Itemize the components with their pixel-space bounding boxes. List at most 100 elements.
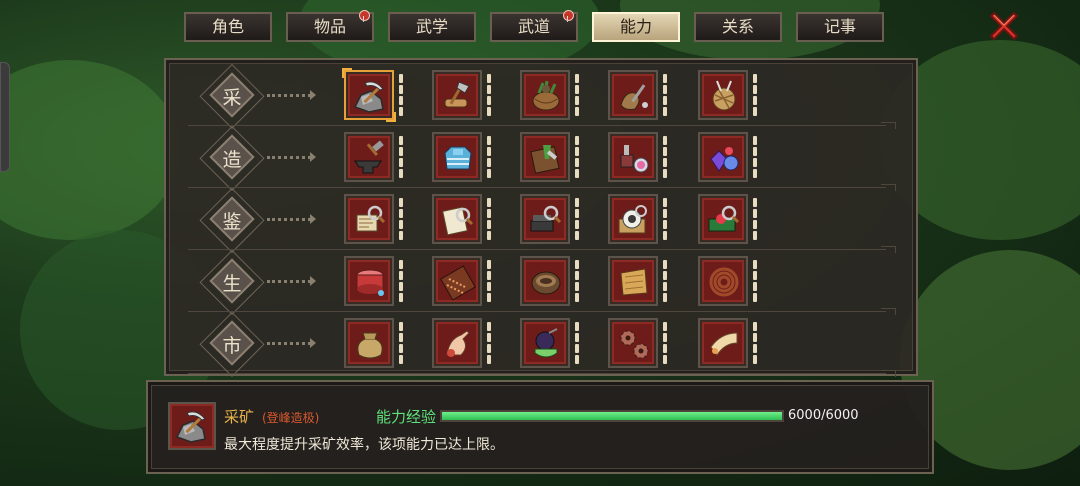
close-icon xyxy=(989,11,1019,41)
crystal-gems-icon xyxy=(710,147,739,172)
skill-level-pips xyxy=(575,74,580,116)
skill-slot[interactable] xyxy=(522,72,568,118)
skill-level-pips xyxy=(575,322,580,364)
tab-relations[interactable]: 关系 xyxy=(694,12,782,42)
money-bag-icon xyxy=(357,332,383,359)
skill-slot[interactable] xyxy=(346,134,392,180)
skill-level-pips xyxy=(575,260,580,302)
category-diamond: 生 xyxy=(209,258,255,304)
skill-slot[interactable] xyxy=(700,72,746,118)
skill-slot[interactable] xyxy=(346,196,392,242)
arrow-right-icon xyxy=(310,214,316,224)
skill-rank: (登峰造极) xyxy=(262,411,320,425)
skill-level-pips xyxy=(663,74,668,116)
dotted-connector xyxy=(267,342,311,349)
herb-basket-icon xyxy=(532,80,560,111)
skill-slot[interactable] xyxy=(700,320,746,366)
skill-slot[interactable] xyxy=(342,68,396,122)
skill-slot[interactable] xyxy=(610,320,656,366)
close-button[interactable] xyxy=(986,8,1022,44)
skill-level-pips xyxy=(753,322,758,364)
tab-label: 能力 xyxy=(619,17,652,36)
selected-skill-icon-frame xyxy=(168,402,216,450)
horn-icon xyxy=(710,332,738,356)
magnify-scroll-icon xyxy=(356,205,386,232)
ability-row: 采 xyxy=(166,64,916,129)
tab-character[interactable]: 角色 xyxy=(184,12,272,42)
skill-slot[interactable] xyxy=(610,258,656,304)
skill-level-pips xyxy=(487,198,492,240)
skill-description: 最大程度提升采矿效率，该项能力已达上限。 xyxy=(224,437,504,453)
row-divider xyxy=(188,370,896,377)
skill-slot[interactable] xyxy=(522,320,568,366)
arrow-right-icon xyxy=(310,152,316,162)
ability-info-panel: 采矿 (登峰造极) 最大程度提升采矿效率，该项能力已达上限。 能力经验 6000… xyxy=(146,380,934,474)
skill-level-pips xyxy=(663,136,668,178)
skill-level-pips xyxy=(487,136,492,178)
skill-slot[interactable] xyxy=(434,320,480,366)
skill-slot[interactable] xyxy=(610,134,656,180)
skill-slot[interactable] xyxy=(434,72,480,118)
pickaxe-ore-icon xyxy=(175,411,206,443)
skill-slot[interactable] xyxy=(522,134,568,180)
skill-level-pips xyxy=(753,136,758,178)
skill-slot[interactable] xyxy=(346,320,392,366)
yarn-spool-icon xyxy=(712,80,736,111)
skill-slot[interactable] xyxy=(522,196,568,242)
skill-slot[interactable] xyxy=(346,258,392,304)
ability-row: 鉴 xyxy=(166,188,916,253)
magnify-paper-icon xyxy=(442,206,474,236)
skill-slot[interactable] xyxy=(434,134,480,180)
skill-slot[interactable] xyxy=(522,258,568,304)
cloth-armor-icon xyxy=(444,146,472,170)
arrow-right-icon xyxy=(310,276,316,286)
skill-level-pips xyxy=(663,260,668,302)
ability-row: 造 xyxy=(166,126,916,191)
skill-slot[interactable] xyxy=(700,134,746,180)
category-diamond: 鉴 xyxy=(209,196,255,242)
tab-journal[interactable]: 记事 xyxy=(796,12,884,42)
category-label: 造 xyxy=(222,149,242,171)
skill-level-pips xyxy=(575,136,580,178)
map-cloth-icon xyxy=(620,268,648,296)
skill-slot[interactable] xyxy=(700,196,746,242)
skill-level-pips xyxy=(399,322,404,364)
tab-martial-arts[interactable]: 武学 xyxy=(388,12,476,42)
skill-level-pips xyxy=(753,260,758,302)
category-label: 鉴 xyxy=(222,211,242,233)
pickaxe-ore-icon xyxy=(353,81,384,113)
dotted-connector xyxy=(267,94,311,101)
side-drawer-handle[interactable] xyxy=(0,62,10,172)
tab-abilities[interactable]: 能力 xyxy=(592,12,680,42)
skill-slot[interactable] xyxy=(610,72,656,118)
exp-progress-bar xyxy=(440,410,784,422)
skill-slot[interactable] xyxy=(434,258,480,304)
skill-level-pips xyxy=(753,198,758,240)
tab-label: 角色 xyxy=(211,17,244,36)
drum-icon xyxy=(356,269,384,296)
tab-label: 武学 xyxy=(415,17,448,36)
category-label: 生 xyxy=(222,273,242,295)
category-diamond: 市 xyxy=(209,320,255,366)
tab-items[interactable]: 物品 xyxy=(286,7,374,42)
dotted-connector xyxy=(267,218,311,225)
skill-slot[interactable] xyxy=(610,196,656,242)
chopping-board-icon xyxy=(530,145,560,174)
skill-slot[interactable] xyxy=(700,258,746,304)
ability-panel: 采造鉴生市 xyxy=(164,58,918,377)
tab-label: 武道 xyxy=(517,17,550,36)
fishing-pouch-icon xyxy=(620,84,648,110)
exp-progress-fill xyxy=(442,412,782,420)
skill-level-pips xyxy=(399,260,404,302)
category-diamond: 采 xyxy=(209,72,255,118)
exp-value: 6000/6000 xyxy=(788,408,859,423)
skill-slot[interactable] xyxy=(434,196,480,242)
ability-row: 生 xyxy=(166,250,916,315)
anvil-hammer-icon xyxy=(354,140,384,174)
dotted-connector xyxy=(267,156,311,163)
pointing-hand-icon xyxy=(446,330,470,357)
bowl-icon xyxy=(531,271,561,295)
abacus-icon xyxy=(440,265,476,301)
skill-level-pips xyxy=(663,322,668,364)
tab-martial-way[interactable]: 武道 xyxy=(490,7,578,42)
